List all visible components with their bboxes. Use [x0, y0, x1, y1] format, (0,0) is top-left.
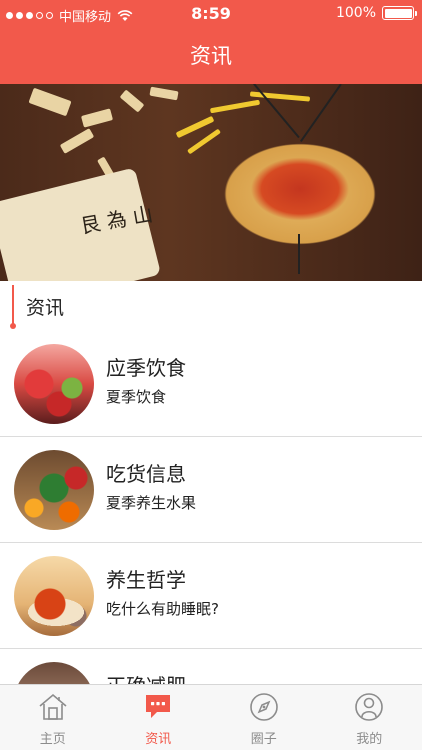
tab-bar: 主页 资讯 圈子 我的 [0, 684, 422, 750]
list-item[interactable]: 养生哲学 吃什么有助睡眠? [0, 543, 422, 649]
tab-label: 圈子 [250, 732, 277, 747]
tab-circle[interactable]: 圈子 [211, 685, 317, 750]
profile-icon [355, 693, 384, 721]
tab-label: 主页 [39, 732, 66, 747]
tab-label: 我的 [356, 732, 383, 747]
article-thumbnail [14, 556, 94, 636]
article-thumbnail [14, 344, 94, 424]
article-title: 正确减肥 [106, 670, 186, 684]
article-subtitle: 夏季养生水果 [106, 494, 197, 512]
tab-label: 资讯 [145, 732, 172, 747]
home-icon [39, 693, 67, 720]
article-subtitle: 夏季饮食 [106, 388, 167, 406]
section-title: 资讯 [26, 297, 65, 319]
tab-profile[interactable]: 我的 [317, 685, 422, 750]
article-title: 应季饮食 [106, 356, 186, 380]
top-header: 中国移动 8:59 100% 资讯 [0, 0, 422, 84]
article-thumbnail [14, 662, 94, 684]
article-list: 应季饮食 夏季饮食 吃货信息 夏季养生水果 养生哲学 吃什么有助睡眠? 正确减肥 [0, 331, 422, 684]
battery-percent: 100% [335, 5, 376, 21]
section-accent-bar [10, 285, 16, 329]
banner-image[interactable]: 艮 為 山 [0, 84, 422, 281]
page-title: 资讯 [190, 44, 232, 68]
tab-home[interactable]: 主页 [0, 685, 106, 750]
compass-icon [249, 693, 278, 721]
section-header: 资讯 [0, 281, 422, 331]
list-item[interactable]: 吃货信息 夏季养生水果 [0, 437, 422, 543]
list-item[interactable]: 应季饮食 夏季饮食 [0, 331, 422, 437]
battery-icon [382, 6, 417, 20]
list-item[interactable]: 正确减肥 [0, 649, 422, 684]
tab-news[interactable]: 资讯 [106, 685, 212, 750]
article-title: 养生哲学 [106, 568, 186, 592]
article-thumbnail [14, 450, 94, 530]
status-bar: 中国移动 8:59 100% [0, 0, 422, 28]
article-subtitle: 吃什么有助睡眠? [106, 600, 219, 618]
news-chat-icon [146, 695, 171, 718]
article-title: 吃货信息 [106, 462, 186, 486]
